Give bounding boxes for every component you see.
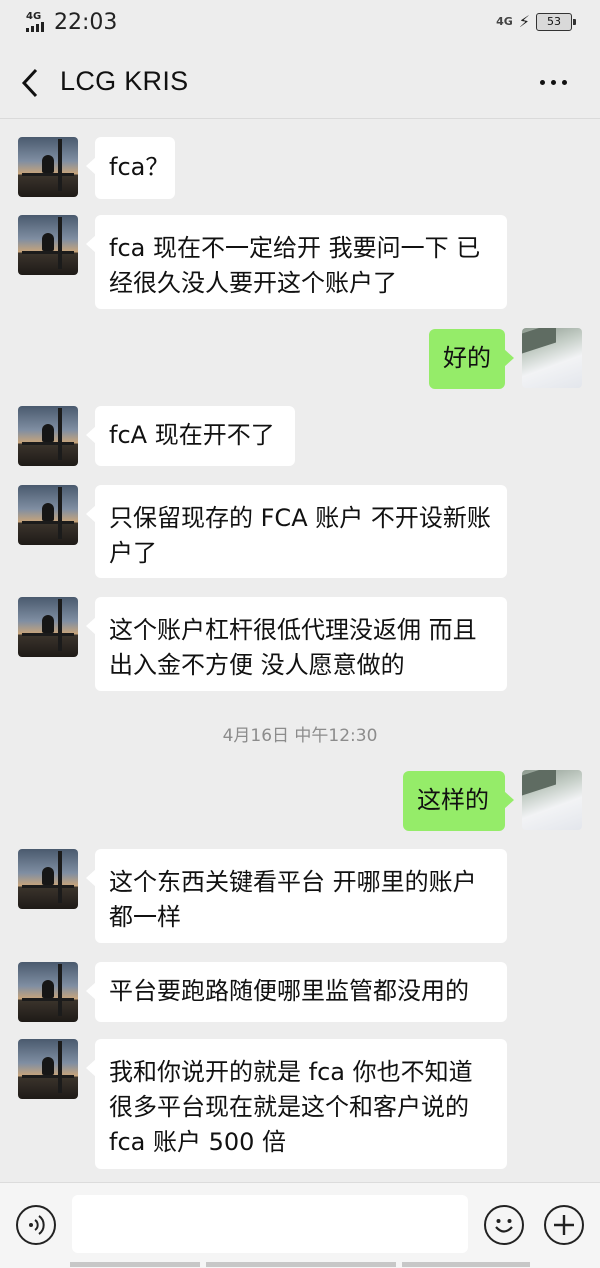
status-left: 4G 22:03 (26, 10, 117, 35)
nav-bar-segment (206, 1262, 396, 1267)
message-bubble[interactable]: 这个账户杠杆很低代理没返佣 而且出入金不方便 没人愿意做的 (86, 597, 507, 691)
message-input[interactable] (72, 1195, 468, 1253)
my-avatar[interactable] (522, 770, 582, 830)
chat-timestamp: 4月16日 中午12:30 (222, 726, 378, 746)
message-bubble[interactable]: fca？ (86, 137, 175, 199)
message-bubble-mine[interactable]: 这样的 (403, 771, 514, 831)
message-bubble[interactable]: fcA 现在开不了 (86, 406, 295, 466)
chat-title: LCG KRIS (60, 66, 189, 96)
contact-avatar[interactable] (18, 962, 78, 1022)
voice-icon[interactable] (16, 1205, 56, 1245)
message-bubble[interactable]: 这个东西关键看平台 开哪里的账户都一样 (86, 849, 507, 943)
signal-icon: 4G (26, 10, 48, 34)
message-bubble[interactable]: 我和你说开的就是 fca 你也不知道很多平台现在就是这个和客户说的 fca 账户… (86, 1039, 507, 1169)
plus-icon[interactable] (544, 1205, 584, 1245)
battery-icon: 53 (536, 12, 576, 31)
message-bubble-mine[interactable]: 好的 (429, 329, 514, 389)
more-options-icon[interactable] (540, 72, 574, 92)
status-bar: 4G 22:03 4G ⚡ 53 (0, 0, 600, 48)
contact-avatar[interactable] (18, 485, 78, 545)
charging-icon: ⚡ (518, 12, 530, 31)
message-bubble[interactable]: 只保留现存的 FCA 账户 不开设新账户了 (86, 485, 507, 578)
message-bubble[interactable]: 平台要跑路随便哪里监管都没用的 (86, 962, 507, 1022)
my-avatar[interactable] (522, 328, 582, 388)
contact-avatar[interactable] (18, 1039, 78, 1099)
contact-avatar[interactable] (18, 215, 78, 275)
message-bubble[interactable]: fca 现在不一定给开 我要问一下 已经很久没人要开这个账户了 (86, 215, 507, 309)
nav-bar-segment (402, 1262, 530, 1267)
status-time: 22:03 (54, 10, 118, 35)
contact-avatar[interactable] (18, 849, 78, 909)
contact-avatar[interactable] (18, 406, 78, 466)
input-bar (0, 1182, 600, 1268)
network-type-right: 4G (496, 15, 513, 28)
nav-bar-segment (70, 1262, 200, 1267)
contact-avatar[interactable] (18, 597, 78, 657)
contact-avatar[interactable] (18, 137, 78, 197)
network-type: 4G (26, 10, 42, 22)
status-right: 4G ⚡ 53 (496, 12, 576, 31)
chat-header: LCG KRIS (0, 48, 600, 119)
back-icon[interactable] (18, 66, 48, 100)
emoji-icon[interactable] (484, 1205, 524, 1245)
